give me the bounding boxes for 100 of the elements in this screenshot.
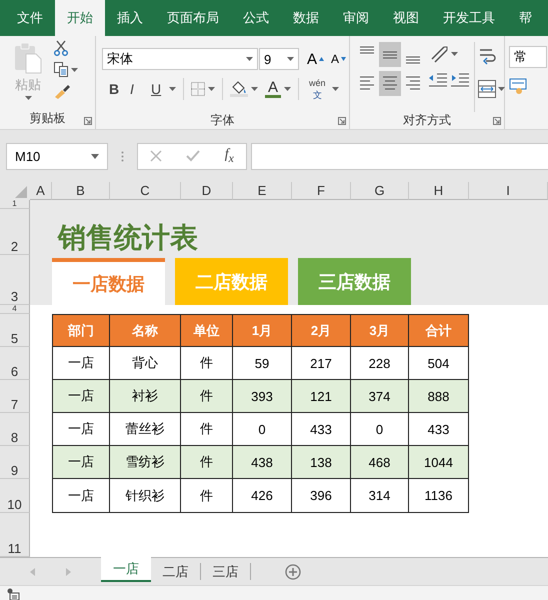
sheet-tab[interactable]: 二店 — [151, 563, 201, 580]
column-heading: 单位 — [181, 314, 233, 347]
table-cell: 件 — [181, 380, 233, 413]
table-cell: 衬衫 — [110, 380, 181, 413]
table-cell: 374 — [351, 380, 409, 413]
caret-icon[interactable] — [71, 68, 78, 72]
column-header[interactable]: E — [233, 182, 292, 200]
table-cell: 件 — [181, 446, 233, 479]
dialog-launcher-icon[interactable] — [84, 117, 92, 125]
row-header[interactable]: 9 — [0, 446, 30, 479]
increase-indent-icon[interactable] — [451, 72, 469, 88]
scissors-icon[interactable] — [54, 40, 68, 56]
grip-dots-icon — [121, 150, 124, 162]
dialog-launcher-icon[interactable] — [493, 117, 501, 125]
bold-button[interactable]: B — [106, 79, 124, 99]
table-cell: 雪纺衫 — [110, 446, 181, 479]
caret-icon[interactable] — [451, 52, 458, 56]
sheet-tab[interactable]: 三店 — [201, 563, 251, 580]
number-format-field[interactable]: 常 — [509, 46, 547, 68]
clipboard-icon — [14, 42, 42, 74]
caret-icon[interactable] — [332, 87, 339, 91]
row-header[interactable]: 6 — [0, 347, 30, 380]
name-box[interactable]: M10 — [6, 142, 108, 170]
ribbon-tab[interactable]: 视图 — [381, 0, 431, 36]
ribbon-tab[interactable]: 公式 — [231, 0, 281, 36]
ribbon-tab[interactable]: 开发工具 — [431, 0, 507, 36]
column-heading: 3月 — [351, 314, 409, 347]
caret-icon[interactable] — [286, 57, 294, 61]
column-header[interactable]: C — [110, 182, 181, 200]
table-cell: 393 — [233, 380, 292, 413]
row-header[interactable]: 10 — [0, 479, 30, 513]
caret-icon[interactable] — [246, 57, 253, 61]
ribbon-tab[interactable]: 开始 — [55, 0, 105, 36]
ribbon-tab[interactable]: 帮 — [507, 0, 544, 36]
ribbon-tab[interactable]: 页面布局 — [155, 0, 231, 36]
phonetic-button[interactable]: wén 文 — [306, 76, 329, 102]
row-header[interactable]: 11 — [0, 513, 30, 557]
caret-icon[interactable] — [208, 87, 215, 91]
table-cell: 888 — [409, 380, 469, 413]
table-cell: 件 — [181, 479, 233, 513]
column-heading: 2月 — [292, 314, 351, 347]
table-cell: 一店 — [52, 446, 110, 479]
caret-icon[interactable] — [251, 87, 258, 91]
column-heading: 名称 — [110, 314, 181, 347]
insert-function-button[interactable]: f$_{x}$ — [224, 147, 234, 165]
merge-cells-icon[interactable] — [478, 80, 496, 98]
column-header[interactable]: D — [181, 182, 233, 200]
caret-icon[interactable] — [91, 154, 99, 158]
column-header[interactable]: G — [351, 182, 409, 200]
row-header[interactable]: 4 — [0, 305, 30, 314]
down-arrow-icon — [341, 57, 346, 61]
row-header[interactable]: 3 — [0, 255, 30, 305]
fill-bucket-icon[interactable] — [230, 81, 248, 97]
font-name-field[interactable]: 宋体 — [102, 48, 258, 70]
add-sheet-icon[interactable] — [285, 564, 301, 580]
table-cell: 396 — [292, 479, 351, 513]
diagonal-text-icon[interactable] — [429, 44, 449, 64]
font-color-button[interactable]: A — [268, 80, 278, 94]
decrease-indent-icon[interactable] — [429, 72, 447, 88]
ribbon-tab[interactable]: 插入 — [105, 0, 155, 36]
formula-input[interactable] — [251, 142, 548, 170]
font-size-field[interactable]: 9 — [258, 48, 299, 70]
checkmark-icon[interactable] — [186, 150, 200, 162]
ribbon-tab[interactable]: 文件 — [5, 0, 55, 36]
row-header[interactable]: 2 — [0, 209, 30, 255]
sheet-tab[interactable]: 一店 — [101, 557, 151, 582]
table-cell: 438 — [233, 446, 292, 479]
table-cell: 314 — [351, 479, 409, 513]
column-heading: 部门 — [52, 314, 110, 347]
grow-font-button[interactable]: A — [304, 48, 327, 70]
column-header[interactable]: B — [52, 182, 110, 200]
dialog-launcher-icon[interactable] — [338, 117, 346, 125]
table-cell: 138 — [292, 446, 351, 479]
row-header[interactable]: 5 — [0, 314, 30, 347]
underline-button[interactable]: U — [148, 79, 166, 99]
up-arrow-icon — [319, 57, 324, 61]
ribbon-tab[interactable]: 数据 — [281, 0, 331, 36]
column-header[interactable]: A — [30, 182, 52, 200]
copy-icon[interactable] — [54, 62, 68, 77]
caret-icon[interactable] — [498, 87, 505, 91]
color-bar-icon — [265, 94, 281, 98]
row-header[interactable]: 7 — [0, 380, 30, 413]
paintbrush-icon[interactable] — [54, 83, 70, 99]
row-header[interactable]: 1 — [0, 200, 30, 209]
group-label: 字体 — [210, 112, 236, 129]
group-label: 剪贴板 — [28, 110, 66, 127]
table-cell: 1136 — [409, 479, 469, 513]
column-header[interactable]: I — [469, 182, 548, 200]
column-heading: 合计 — [409, 314, 469, 347]
caret-icon[interactable] — [284, 87, 291, 91]
table-cell: 1044 — [409, 446, 469, 479]
ribbon-tab[interactable]: 审阅 — [331, 0, 381, 36]
column-header[interactable]: F — [292, 182, 351, 200]
shrink-font-button[interactable]: A — [328, 50, 350, 68]
row-header[interactable]: 8 — [0, 413, 30, 446]
italic-button[interactable]: I — [127, 79, 145, 99]
column-header[interactable]: H — [409, 182, 469, 200]
borders-icon[interactable] — [191, 82, 205, 96]
table-cell: 一店 — [52, 479, 110, 513]
caret-icon[interactable] — [169, 87, 176, 91]
